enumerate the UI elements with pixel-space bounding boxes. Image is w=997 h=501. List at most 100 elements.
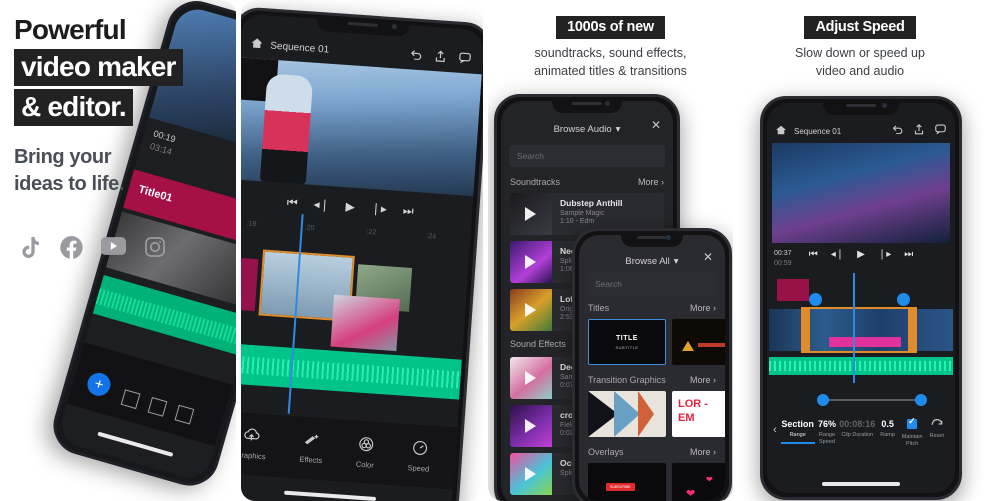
- speed-handle-left[interactable]: [809, 293, 822, 306]
- share-icon[interactable]: [914, 124, 924, 138]
- play-button[interactable]: ▶: [857, 249, 865, 260]
- close-icon[interactable]: ✕: [703, 250, 713, 264]
- heart-icon: ❤: [706, 475, 713, 484]
- play-icon[interactable]: [525, 207, 536, 221]
- overlay-card-hearts[interactable]: ❤ ❤ ❤: [672, 463, 725, 501]
- control-reset[interactable]: Reset: [924, 419, 949, 440]
- lorem-line-2: EM: [678, 412, 695, 424]
- undo-icon[interactable]: [892, 124, 903, 138]
- timeline-tracks[interactable]: [767, 279, 955, 375]
- speed-handle-right[interactable]: [897, 293, 910, 306]
- video-preview[interactable]: [241, 57, 482, 197]
- control-ramp[interactable]: 0.5 Ramp: [875, 419, 900, 439]
- home-icon[interactable]: [776, 125, 786, 138]
- maintain-pitch-checkbox[interactable]: [907, 416, 918, 429]
- search-input[interactable]: Search: [509, 145, 665, 167]
- timeline-title-clip[interactable]: [777, 279, 809, 301]
- panel1-subhead: Bring your ideas to life.: [14, 144, 224, 198]
- title-card-2-text: [698, 343, 725, 347]
- home-indicator: [284, 490, 377, 501]
- sequence-title[interactable]: Sequence 01: [794, 127, 841, 136]
- promo-panel-2[interactable]: Sequence 01 ⏮ ◂❘ ▶ ❘▸ ⏭:18:20:22:24 …: [241, 0, 483, 501]
- home-indicator: [822, 482, 900, 486]
- timeline-tracks[interactable]: [241, 235, 469, 360]
- section-header-titles: Titles More ›: [588, 303, 716, 313]
- tiktok-icon[interactable]: [20, 236, 42, 260]
- jump-end-button[interactable]: ⏭: [402, 203, 414, 219]
- titles-more-link[interactable]: More ›: [690, 303, 716, 313]
- play-icon[interactable]: [525, 419, 536, 433]
- play-icon[interactable]: [525, 371, 536, 385]
- browse-audio-title[interactable]: Browse Audio ▾: [501, 117, 673, 141]
- nav-effects[interactable]: Effects: [299, 432, 324, 465]
- panel4-caption: Adjust Speed Slow down or speed up video…: [738, 16, 982, 81]
- close-icon[interactable]: ✕: [651, 118, 661, 132]
- reset-icon[interactable]: [924, 419, 949, 430]
- warning-triangle-icon: [682, 341, 694, 351]
- control-clip-duration[interactable]: 00:08:16 Clip Duration: [839, 419, 875, 439]
- control-range-speed[interactable]: 76% Range Speed: [815, 419, 840, 446]
- slider-knob-right[interactable]: [915, 394, 927, 406]
- step-back-button[interactable]: ◂❘: [313, 197, 330, 212]
- promo-panel-4[interactable]: Adjust Speed Slow down or speed up video…: [738, 0, 982, 501]
- phone-mockup-4: Sequence 01 00:37 00:59 ⏮ ◂❘ ▶ ❘▸ ⏭ ‹ Se…: [760, 96, 962, 500]
- title-card-2[interactable]: [672, 319, 725, 365]
- slider-knob-left[interactable]: [817, 394, 829, 406]
- jump-start-button[interactable]: ⏮: [809, 249, 818, 260]
- transition-card-2[interactable]: LOR - EM: [672, 391, 725, 437]
- panel1-headline: Powerful video maker & editor. Bring you…: [14, 14, 224, 198]
- section-header-overlays: Overlays More ›: [588, 447, 716, 457]
- timeline-title-clip[interactable]: [241, 256, 259, 312]
- video-preview[interactable]: [772, 143, 950, 243]
- nav-graphics[interactable]: Graphics: [241, 427, 268, 461]
- sequence-title[interactable]: Sequence 01: [270, 40, 330, 55]
- step-back-button[interactable]: ◂❘: [831, 249, 844, 260]
- title-card-label: TITLE: [616, 335, 638, 342]
- heart-icon: ❤: [686, 488, 696, 500]
- share-icon[interactable]: [434, 49, 446, 66]
- control-maintain-pitch[interactable]: Maintain Pitch: [900, 416, 925, 448]
- home-indicator: [97, 431, 174, 457]
- comment-icon[interactable]: [935, 124, 946, 138]
- overlays-more-link[interactable]: More ›: [690, 447, 716, 457]
- soundtracks-more-link[interactable]: More ›: [638, 177, 664, 187]
- control-range[interactable]: Section Range: [781, 419, 815, 444]
- soundtracks-label: Soundtracks: [510, 177, 561, 187]
- timeline-clip-3[interactable]: [330, 294, 400, 352]
- chevron-down-icon[interactable]: ▾: [674, 256, 679, 267]
- facebook-icon[interactable]: [60, 236, 83, 260]
- chevron-down-icon[interactable]: ▾: [616, 124, 621, 135]
- transitions-more-link[interactable]: More ›: [690, 375, 716, 385]
- overlay-card-subscribe[interactable]: SUBSCRIBE: [588, 463, 666, 501]
- headline-line-3: & editor.: [14, 89, 133, 127]
- jump-end-button[interactable]: ⏭: [904, 249, 913, 260]
- title-card-selected[interactable]: TITLE SUBTITLE: [588, 319, 666, 365]
- step-forward-button[interactable]: ❘▸: [370, 201, 387, 216]
- browse-all-title-label: Browse All: [625, 255, 670, 267]
- play-icon[interactable]: [525, 303, 536, 317]
- instagram-icon[interactable]: [144, 236, 166, 260]
- timeline-audio-track[interactable]: [769, 357, 953, 375]
- home-icon[interactable]: [251, 37, 263, 52]
- undo-icon[interactable]: [409, 48, 422, 64]
- nav-color[interactable]: Color: [356, 435, 376, 469]
- transition-card-1[interactable]: [588, 391, 666, 437]
- youtube-icon[interactable]: [101, 236, 126, 260]
- clip-duration-label: Clip Duration: [841, 432, 874, 438]
- playhead[interactable]: [853, 273, 855, 383]
- speed-slider[interactable]: [781, 393, 941, 407]
- promo-panel-3[interactable]: 1000s of new soundtracks, sound effects,…: [488, 0, 733, 501]
- search-input[interactable]: Search: [587, 273, 717, 295]
- comment-icon[interactable]: [458, 51, 471, 67]
- nav-speed[interactable]: Speed: [407, 439, 431, 473]
- play-button[interactable]: ▶: [345, 199, 355, 214]
- maintain-pitch-label: Maintain Pitch: [901, 434, 923, 447]
- jump-start-button[interactable]: ⏮: [286, 195, 298, 211]
- promo-panel-1[interactable]: 00:19 03:14 Title01 + Powerful video mak…: [0, 0, 236, 501]
- play-icon[interactable]: [525, 255, 536, 269]
- subhead-line-1: Bring your: [14, 146, 112, 169]
- ramp-value: 0.5: [881, 419, 894, 429]
- step-forward-button[interactable]: ❘▸: [878, 249, 891, 260]
- back-chevron-icon[interactable]: ‹: [773, 424, 777, 436]
- play-icon[interactable]: [525, 467, 536, 481]
